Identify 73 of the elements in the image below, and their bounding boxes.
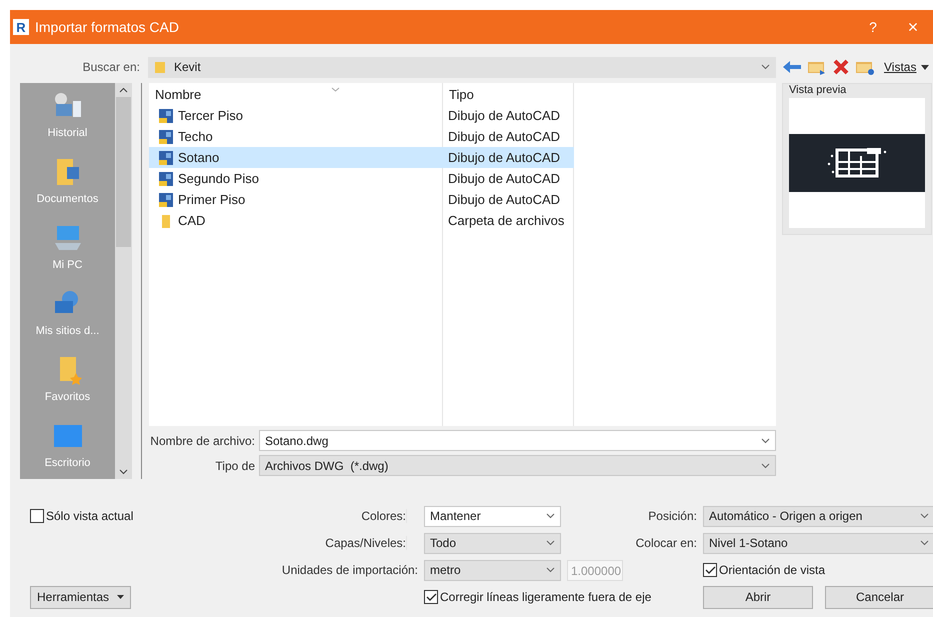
chevron-icon <box>546 540 555 546</box>
file-row[interactable]: Segundo Piso Dibujo de AutoCAD <box>149 168 574 189</box>
file-type-dropdown[interactable]: Archivos DWG (*.dwg) <box>259 455 776 476</box>
tools-button[interactable]: Herramientas <box>30 586 132 608</box>
chevron-icon <box>761 438 770 444</box>
open-button[interactable]: Abrir <box>703 586 813 608</box>
file-type: Carpeta de archivos <box>447 213 564 228</box>
drawing-file-icon <box>159 192 173 206</box>
sort-icon <box>331 87 340 92</box>
units-label: Unidades de importación: <box>282 563 418 577</box>
column-header[interactable]: Tipo <box>449 87 474 102</box>
place-at-label: Colocar en: <box>636 536 697 550</box>
app-logo: R <box>13 19 29 35</box>
file-name-field[interactable]: Sotano.dwg <box>259 430 776 451</box>
scroll-thumb[interactable] <box>116 97 131 247</box>
delete-icon[interactable] <box>832 59 850 75</box>
chevron-icon <box>920 540 929 546</box>
file-type: Dibujo de AutoCAD <box>447 192 560 207</box>
file-row[interactable]: Primer Piso Dibujo de AutoCAD <box>149 189 574 210</box>
file-name: Segundo Piso <box>178 171 259 186</box>
caret-icon <box>117 595 124 599</box>
scrollbar[interactable] <box>115 83 132 479</box>
chevron-icon <box>761 462 770 468</box>
column-header[interactable]: Nombre <box>155 87 202 102</box>
preview-title: Vista previa <box>789 84 848 96</box>
drawing-file-icon <box>159 130 173 144</box>
layers-dropdown[interactable]: Todo <box>424 532 561 554</box>
position-dropdown[interactable]: Automático - Origen a origen <box>703 506 933 526</box>
file-type: Dibujo de AutoCAD <box>447 129 560 144</box>
file-row[interactable]: CAD Carpeta de archivos <box>149 210 574 231</box>
folder-icon <box>154 60 166 74</box>
file-type-label: Tipo de <box>214 458 255 472</box>
position-label: Posición: <box>648 509 697 523</box>
file-row[interactable]: Techo Dibujo de AutoCAD <box>149 126 574 147</box>
chevron-icon <box>761 64 770 70</box>
scroll-down-icon[interactable] <box>119 469 128 475</box>
chevron-icon <box>546 513 555 519</box>
file-name: CAD <box>178 213 206 228</box>
look-in-dropdown[interactable]: Kevit <box>148 56 776 78</box>
cancel-button[interactable]: Cancelar <box>825 586 933 608</box>
file-type: Dibujo de AutoCAD <box>447 150 560 165</box>
drawing-file-icon <box>159 108 173 122</box>
look-in-label: Buscar en: <box>82 60 141 74</box>
caret-icon[interactable] <box>921 64 930 70</box>
place-at-dropdown[interactable]: Nivel 1-Sotano <box>703 532 933 554</box>
new-folder-icon[interactable] <box>855 59 875 75</box>
drawing-file-icon <box>159 172 173 186</box>
file-name: Primer Piso <box>178 192 246 207</box>
chevron-icon <box>920 513 929 519</box>
file-row[interactable]: Tercer Piso Dibujo de AutoCAD <box>149 105 574 126</box>
file-row[interactable]: Sotano Dibujo de AutoCAD <box>149 147 574 168</box>
drawing-file-icon <box>159 150 173 164</box>
colors-label: Colores: <box>276 509 407 523</box>
window-title: Importar formatos CAD <box>35 19 180 35</box>
checkmark-icon <box>704 566 716 574</box>
file-name: Sotano <box>178 150 220 165</box>
colors-dropdown[interactable]: Mantener <box>424 506 561 526</box>
file-name-label: Nombre de archivo: <box>149 434 255 448</box>
orient-view-checkbox[interactable]: Orientación de vista <box>703 563 826 577</box>
layers-label: Capas/Niveles: <box>276 536 407 550</box>
views-menu[interactable]: Vistas <box>884 60 916 74</box>
fix-lines-checkbox[interactable]: Corregir líneas ligeramente fuera de eje <box>424 590 652 604</box>
back-arrow-icon[interactable] <box>782 59 802 75</box>
current-view-checkbox[interactable]: Sólo vista actual <box>30 509 134 523</box>
file-type: Dibujo de AutoCAD <box>447 108 560 123</box>
checkmark-icon <box>426 592 436 602</box>
scroll-up-icon[interactable] <box>119 87 128 93</box>
units-dropdown[interactable]: metro <box>424 560 561 580</box>
file-type: Dibujo de AutoCAD <box>447 171 560 186</box>
file-name: Tercer Piso <box>178 108 244 123</box>
folder-icon <box>159 214 173 228</box>
file-name: Techo <box>178 129 213 144</box>
chevron-icon <box>546 567 555 573</box>
